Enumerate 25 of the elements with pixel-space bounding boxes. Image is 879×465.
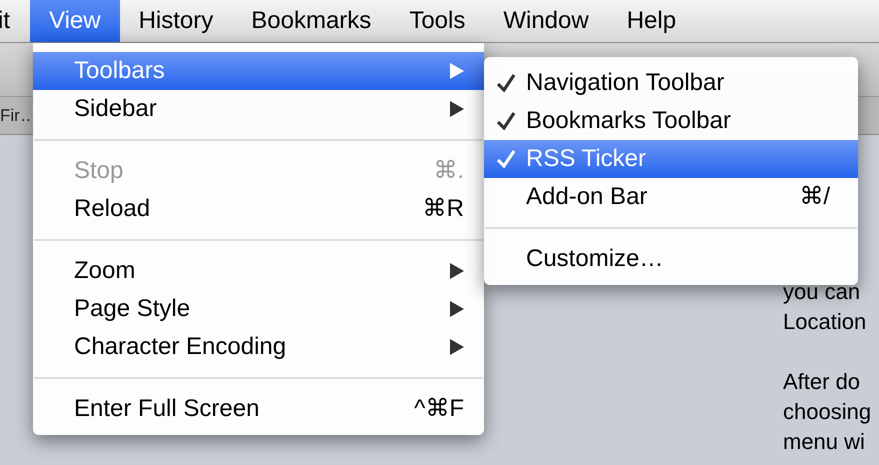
- menu-item[interactable]: Bookmarks Toolbar: [484, 102, 858, 140]
- menu-item[interactable]: RSS Ticker: [484, 140, 858, 178]
- checkmark-icon: [496, 73, 516, 93]
- menu-item[interactable]: Customize…: [484, 240, 858, 278]
- menu-item[interactable]: Toolbars: [33, 52, 484, 90]
- menu-item[interactable]: Navigation Toolbar: [484, 64, 858, 102]
- page-text-line: After do: [783, 368, 862, 396]
- menu-bar-item[interactable]: View: [30, 0, 120, 42]
- checkmark-icon: [496, 149, 516, 169]
- menu-item[interactable]: Zoom: [33, 252, 484, 290]
- page-text-line: Location: [783, 308, 868, 336]
- menu-item[interactable]: Reload ⌘R: [33, 190, 484, 228]
- menu-bar-item[interactable]: History: [120, 0, 232, 42]
- menu-item[interactable]: Add-on Bar ⌘/: [484, 178, 858, 216]
- page-text-line: menu wi: [783, 428, 866, 456]
- menu-bar-item[interactable]: Window: [484, 0, 608, 42]
- checkmark-icon: [496, 111, 516, 131]
- menu-item[interactable]: Page Style: [33, 290, 484, 328]
- page-text-line: choosing: [783, 398, 872, 426]
- menu-bar-item[interactable]: Help: [608, 0, 696, 42]
- menu-item[interactable]: Character Encoding: [33, 328, 484, 366]
- menu-bar-item[interactable]: Tools: [390, 0, 484, 42]
- menu-item[interactable]: Enter Full Screen ^⌘F: [33, 390, 484, 428]
- page-text-line: you can: [783, 278, 862, 306]
- menu-bar-item[interactable]: Bookmarks: [232, 0, 390, 42]
